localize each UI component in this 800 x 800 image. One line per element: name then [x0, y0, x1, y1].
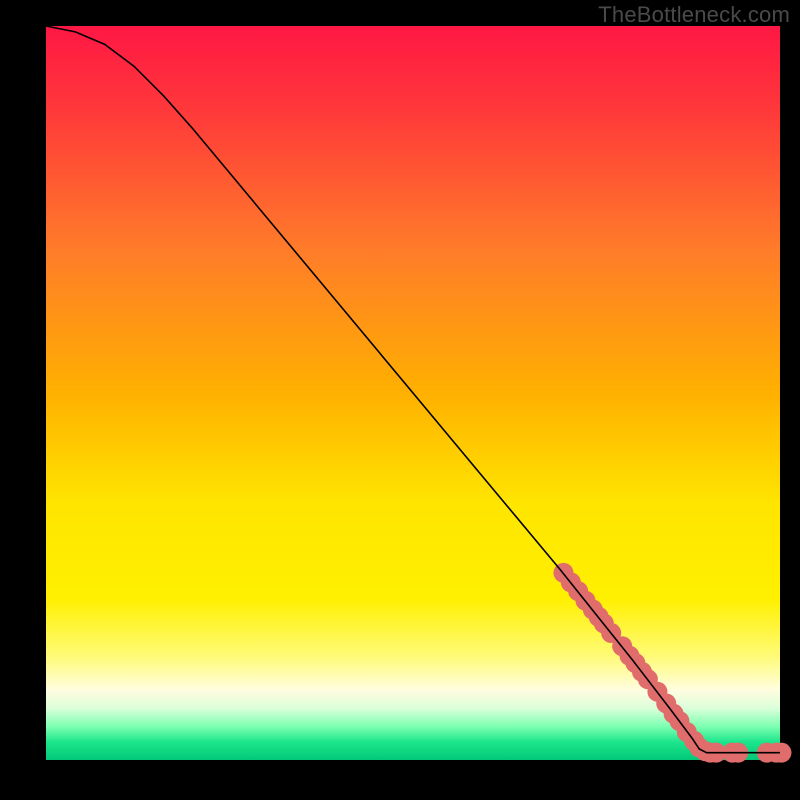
chart-plot-area [46, 26, 780, 760]
chart-overlay [46, 26, 780, 760]
chart-curve [46, 26, 780, 753]
chart-markers [553, 563, 791, 763]
watermark-text: TheBottleneck.com [598, 2, 790, 28]
